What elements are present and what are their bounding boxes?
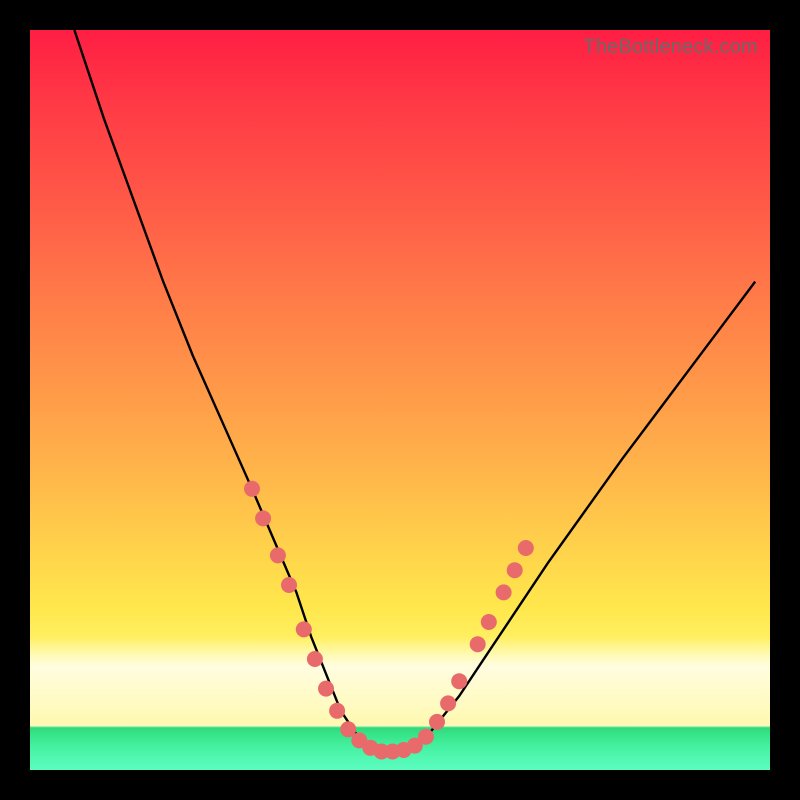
highlight-dot [418, 729, 434, 745]
curve-layer [30, 30, 770, 770]
highlight-dot [429, 714, 445, 730]
highlight-dot [518, 540, 534, 556]
bottleneck-curve-path [74, 30, 755, 752]
plot-area: TheBottleneck.com [30, 30, 770, 770]
highlight-dot [296, 621, 312, 637]
highlight-dot [318, 681, 334, 697]
highlight-dot [244, 481, 260, 497]
highlight-dot [507, 562, 523, 578]
highlight-dots-group [244, 481, 534, 760]
highlight-dot [270, 547, 286, 563]
highlight-dot [451, 673, 467, 689]
highlight-dot [307, 651, 323, 667]
highlight-dot [329, 703, 345, 719]
highlight-dot [255, 510, 271, 526]
highlight-dot [281, 577, 297, 593]
highlight-dot [481, 614, 497, 630]
highlight-dot [440, 695, 456, 711]
highlight-dot [470, 636, 486, 652]
chart-frame: TheBottleneck.com [0, 0, 800, 800]
highlight-dot [496, 584, 512, 600]
